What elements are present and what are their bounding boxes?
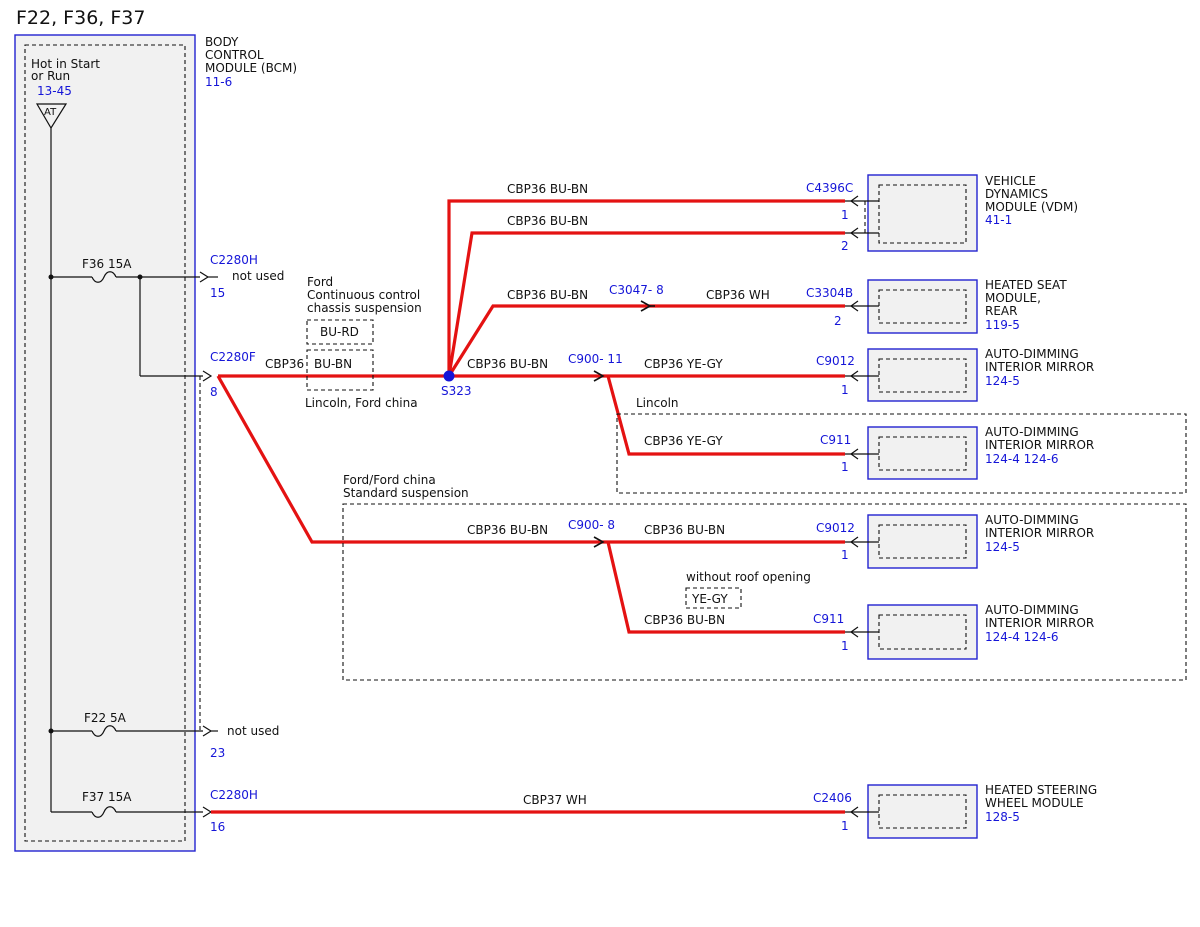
bcm-name-line-2: CONTROL: [205, 48, 264, 62]
hsm-ref[interactable]: 119-5: [985, 318, 1020, 332]
pin-8: 8: [210, 385, 218, 399]
option-ye-gy: YE-GY: [691, 592, 728, 606]
wire-label-steer: CBP37 WH: [523, 793, 587, 807]
wire-label-vdm1: CBP36 BU-BN: [507, 182, 588, 196]
steer-ref[interactable]: 128-5: [985, 810, 1020, 824]
wire-label-mirror-c: CBP36 BU-BN: [644, 523, 725, 537]
mirror-module-a[interactable]: [867, 348, 978, 402]
mirror-d-name-line-1: AUTO-DIMMING: [985, 603, 1079, 617]
option-lincoln: Lincoln: [636, 396, 679, 410]
pin-mirror-c: 1: [841, 548, 849, 562]
option-lincoln-ford-china: Lincoln, Ford china: [305, 396, 418, 410]
steer-name-line-1: HEATED STEERING: [985, 783, 1097, 797]
wire-label-mirror-d: CBP36 BU-BN: [644, 613, 725, 627]
connector-c911-b[interactable]: C911: [813, 612, 844, 626]
bcm-ref[interactable]: 11-6: [205, 75, 232, 89]
connector-c9012-a[interactable]: C9012: [816, 354, 855, 368]
mirror-b-ref[interactable]: 124-4 124-6: [985, 452, 1059, 466]
fuse-f37-label: F37 15A: [82, 790, 132, 804]
connector-c2280f[interactable]: C2280F: [210, 350, 256, 364]
vdm-name-line-3: MODULE (VDM): [985, 200, 1078, 214]
ford-ccs-line-1: Ford: [307, 275, 333, 289]
vdm-ref[interactable]: 41-1: [985, 213, 1012, 227]
wire-label-hsm-a: CBP36 BU-BN: [507, 288, 588, 302]
mirror-a-ref[interactable]: 124-5: [985, 374, 1020, 388]
splice-s323[interactable]: [443, 370, 455, 382]
mirror-module-c[interactable]: [867, 514, 978, 569]
mirror-a-name-line-2: INTERIOR MIRROR: [985, 360, 1094, 374]
wire-label-mirror-b: CBP36 YE-GY: [644, 434, 723, 448]
not-used-label-1: not used: [232, 269, 284, 283]
wire-label-main-bubn: BU-BN: [314, 357, 352, 371]
heated-seat-module[interactable]: [867, 279, 978, 334]
connector-c9012-b[interactable]: C9012: [816, 521, 855, 535]
without-roof-label: without roof opening: [686, 570, 811, 584]
pin-mirror-d: 1: [841, 639, 849, 653]
connector-c3047[interactable]: C3047- 8: [609, 283, 664, 297]
connector-c911-a[interactable]: C911: [820, 433, 851, 447]
mirror-d-name-line-2: INTERIOR MIRROR: [985, 616, 1094, 630]
mirror-c-ref[interactable]: 124-5: [985, 540, 1020, 554]
mirror-module-b[interactable]: [867, 426, 978, 480]
vdm-name-line-1: VEHICLE: [985, 174, 1036, 188]
pin-steer: 1: [841, 819, 849, 833]
heated-steering-module[interactable]: [867, 784, 978, 839]
mirror-c-name-line-2: INTERIOR MIRROR: [985, 526, 1094, 540]
page-title: F22, F36, F37: [16, 7, 145, 29]
connector-c900-11[interactable]: C900- 11: [568, 352, 623, 366]
mirror-a-name-line-1: AUTO-DIMMING: [985, 347, 1079, 361]
hot-in-start-ref[interactable]: 13-45: [37, 84, 72, 98]
connector-c2280h-bottom[interactable]: C2280H: [210, 788, 258, 802]
pin-vdm-1: 1: [841, 208, 849, 222]
wire-label-s323-out: CBP36 BU-BN: [467, 357, 548, 371]
wire-label-main-cbp36: CBP36: [265, 357, 304, 371]
vdm-module[interactable]: [867, 174, 978, 252]
wire-label-hsm-b: CBP36 WH: [706, 288, 770, 302]
vdm-name-line-2: DYNAMICS: [985, 187, 1048, 201]
wire-label-vdm2: CBP36 BU-BN: [507, 214, 588, 228]
pin-15: 15: [210, 286, 225, 300]
pin-mirror-b: 1: [841, 460, 849, 474]
mirror-c-name-line-1: AUTO-DIMMING: [985, 513, 1079, 527]
connector-c900-8[interactable]: C900- 8: [568, 518, 615, 532]
fuse-f36-label: F36 15A: [82, 257, 132, 271]
mirror-module-d[interactable]: [867, 604, 978, 660]
option-bu-rd: BU-RD: [320, 325, 359, 339]
wiring-diagram: F22, F36, F37 BODY CONTROL MODULE (BCM) …: [14, 7, 1187, 852]
connector-c4396c[interactable]: C4396C: [806, 181, 853, 195]
hsm-name-line-3: REAR: [985, 304, 1017, 318]
mirror-b-name-line-1: AUTO-DIMMING: [985, 425, 1079, 439]
steer-name-line-2: WHEEL MODULE: [985, 796, 1084, 810]
splice-s323-label[interactable]: S323: [441, 384, 472, 398]
bcm-name-line-3: MODULE (BCM): [205, 61, 297, 75]
connector-c2406[interactable]: C2406: [813, 791, 852, 805]
pin-23: 23: [210, 746, 225, 760]
pin-hsm-2: 2: [834, 314, 842, 328]
pin-vdm-2: 2: [841, 239, 849, 253]
hsm-name-line-2: MODULE,: [985, 291, 1041, 305]
bcm-name-line-1: BODY: [205, 35, 239, 49]
std-suspension-line-1: Ford/Ford china: [343, 473, 436, 487]
wire-label-mirror-a: CBP36 YE-GY: [644, 357, 723, 371]
std-suspension-line-2: Standard suspension: [343, 486, 469, 500]
mirror-d-ref[interactable]: 124-4 124-6: [985, 630, 1059, 644]
not-used-label-2: not used: [227, 724, 279, 738]
mirror-b-name-line-2: INTERIOR MIRROR: [985, 438, 1094, 452]
connector-c2280h-top[interactable]: C2280H: [210, 253, 258, 267]
pin-mirror-a: 1: [841, 383, 849, 397]
connector-c3304b[interactable]: C3304B: [806, 286, 853, 300]
hsm-name-line-1: HEATED SEAT: [985, 278, 1067, 292]
ford-ccs-line-3: chassis suspension: [307, 301, 422, 315]
pin-16: 16: [210, 820, 225, 834]
wire-label-std-in: CBP36 BU-BN: [467, 523, 548, 537]
ford-ccs-line-2: Continuous control: [307, 288, 420, 302]
fuse-f22-label: F22 5A: [84, 711, 127, 725]
at-label: AT: [44, 107, 57, 118]
hot-in-start-line-2: or Run: [31, 69, 70, 83]
